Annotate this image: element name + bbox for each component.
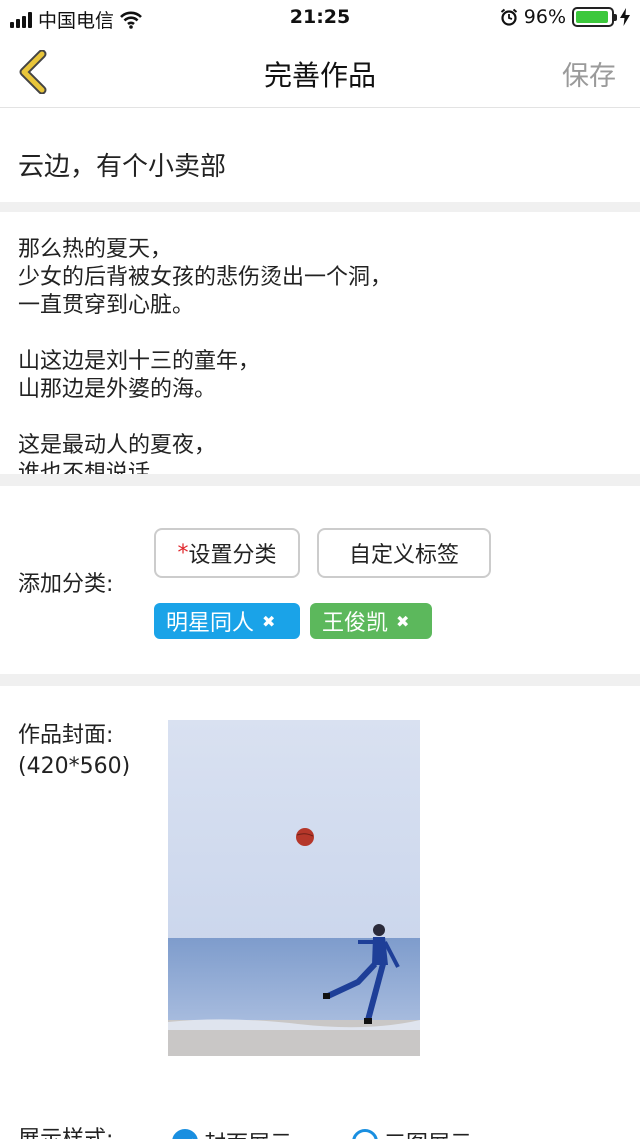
content-line: 一直贯穿到心脏。	[18, 293, 195, 318]
radio-unchecked-icon	[352, 1129, 378, 1139]
remove-tag-icon[interactable]: ✖	[396, 612, 409, 631]
work-title-text: 云边，有个小卖部	[18, 152, 227, 182]
content-line: 少女的后背被女孩的悲伤烫出一个洞，	[18, 265, 393, 290]
content-line	[18, 404, 622, 432]
battery-percent: 96%	[523, 6, 566, 28]
content-line	[18, 320, 622, 348]
work-content-field[interactable]: 那么热的夏天， 少女的后背被女孩的悲伤烫出一个洞， 一直贯穿到心脏。 山这边是刘…	[0, 212, 640, 474]
radio-three-image-display[interactable]: 三图展示	[352, 1126, 472, 1139]
save-button[interactable]: 保存	[562, 54, 616, 93]
page-title: 完善作品	[263, 59, 376, 92]
status-bar: 中国电信 21:25 96%	[0, 0, 640, 36]
remove-tag-icon[interactable]: ✖	[262, 612, 275, 631]
custom-tag-label: 自定义标签	[348, 543, 459, 568]
status-right: 96%	[500, 6, 630, 28]
radio-label: 封面展示	[204, 1126, 292, 1139]
cover-image[interactable]	[168, 720, 420, 1056]
work-title-field[interactable]: 云边，有个小卖部	[0, 108, 640, 202]
tag-label: 王俊凯	[322, 611, 389, 636]
category-label: 添加分类:	[18, 572, 114, 597]
set-category-label: 设置分类	[188, 543, 277, 568]
tag-chip[interactable]: 王俊凯 ✖	[310, 603, 432, 639]
cover-photo-graphic	[168, 720, 420, 1056]
alarm-icon	[500, 8, 517, 26]
radio-label: 三图展示	[384, 1126, 472, 1139]
cover-section: 作品封面: (420*560)	[0, 686, 640, 1139]
content-line: 那么热的夏天，	[18, 237, 173, 262]
content-line: 山这边是刘十三的童年，	[18, 349, 261, 374]
section-divider	[0, 474, 640, 486]
custom-tag-button[interactable]: 自定义标签	[317, 528, 491, 578]
category-section: 添加分类: * 设置分类 自定义标签 明星同人 ✖ 王俊凯 ✖	[0, 486, 640, 674]
cover-label-title: 作品封面:	[18, 723, 114, 748]
charging-icon	[620, 8, 630, 26]
tag-label: 明星同人	[166, 611, 255, 636]
content-line: 谁也不想说话。	[18, 461, 173, 474]
display-style-row: 展示样式: 封面展示 三图展示	[0, 1116, 640, 1139]
radio-checked-icon	[172, 1129, 198, 1139]
content-line: 山那边是外婆的海。	[18, 377, 217, 402]
content-line: 这是最动人的夏夜，	[18, 433, 217, 458]
section-divider	[0, 202, 640, 212]
cover-label-size: (420*560)	[18, 754, 131, 779]
set-category-button[interactable]: * 设置分类	[154, 528, 300, 578]
tag-chip[interactable]: 明星同人 ✖	[154, 603, 300, 639]
cover-label: 作品封面: (420*560)	[18, 720, 130, 782]
section-divider	[0, 674, 640, 686]
required-mark: *	[177, 540, 189, 566]
battery-icon	[572, 7, 617, 27]
display-style-label: 展示样式:	[18, 1124, 113, 1139]
navigation-bar: 完善作品 保存	[0, 36, 640, 108]
radio-cover-display[interactable]: 封面展示	[172, 1126, 292, 1139]
